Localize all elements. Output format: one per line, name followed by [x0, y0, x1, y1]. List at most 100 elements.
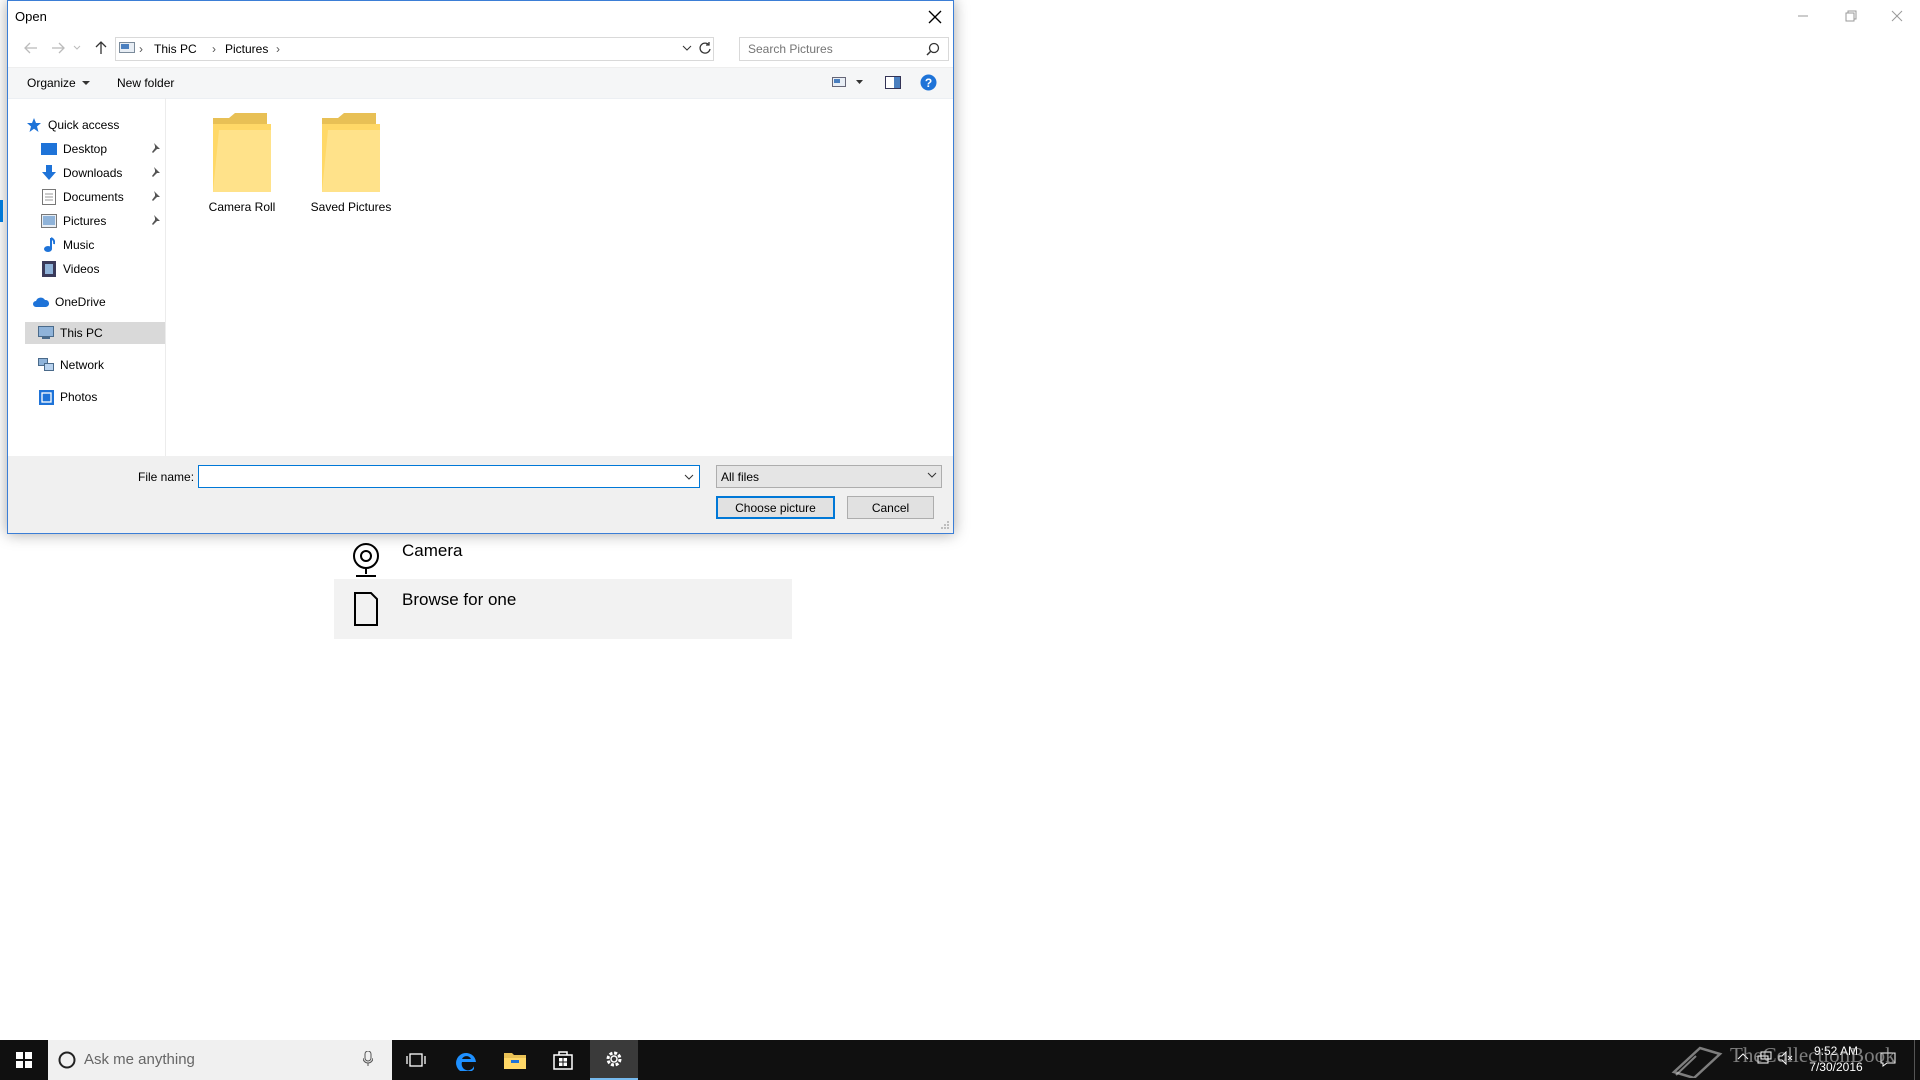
- dialog-title: Open: [15, 9, 47, 24]
- videos-icon: [41, 261, 57, 277]
- store-icon: [553, 1051, 573, 1070]
- preview-pane-icon: [885, 76, 901, 89]
- desktop-icon: [41, 141, 57, 157]
- forward-button[interactable]: [49, 39, 67, 57]
- windows-logo-icon: [16, 1052, 32, 1068]
- file-list: Camera Roll Saved Pictures: [166, 98, 952, 456]
- settings-button[interactable]: [590, 1040, 638, 1080]
- chevron-down-icon: [927, 472, 937, 478]
- folder-icon: [322, 113, 380, 192]
- folder-icon: [213, 113, 271, 192]
- file-type-select[interactable]: All files: [716, 465, 942, 488]
- back-button[interactable]: [22, 39, 40, 57]
- camera-icon: [344, 538, 388, 582]
- pin-icon: [150, 215, 160, 225]
- help-button[interactable]: ?: [920, 74, 937, 91]
- download-icon: [41, 165, 57, 181]
- recent-locations-button[interactable]: [71, 39, 83, 57]
- task-view-button[interactable]: [392, 1040, 440, 1080]
- dialog-close-button[interactable]: [917, 1, 953, 32]
- watermark: TheCollectionBook: [1730, 1043, 1896, 1067]
- file-name-input[interactable]: [202, 466, 676, 487]
- task-view-icon: [406, 1053, 426, 1067]
- nav-label: Videos: [63, 262, 100, 276]
- arrow-right-icon: [52, 42, 65, 54]
- organize-label: Organize: [27, 76, 76, 90]
- nav-label: Desktop: [63, 142, 108, 156]
- folder-item[interactable]: Camera Roll: [192, 112, 292, 214]
- folder-item[interactable]: Saved Pictures: [301, 112, 401, 214]
- nav-quick-access[interactable]: Quick access: [26, 114, 119, 136]
- file-name-dropdown-button[interactable]: [679, 466, 699, 487]
- breadcrumb-this-pc[interactable]: This PC: [154, 42, 197, 56]
- close-icon: [928, 10, 942, 23]
- pictures-icon: [41, 213, 57, 229]
- breadcrumb-pictures[interactable]: Pictures: [225, 42, 268, 56]
- taskbar-search-box[interactable]: Ask me anything: [48, 1040, 392, 1080]
- refresh-button[interactable]: [698, 41, 712, 55]
- breadcrumb-separator: ›: [139, 42, 143, 56]
- resize-grip-icon[interactable]: [940, 520, 950, 530]
- cloud-icon: [33, 294, 49, 310]
- address-row: › This PC › Pictures ›: [8, 35, 953, 61]
- preview-pane-button[interactable]: [885, 76, 901, 89]
- dialog-footer: File name: All files Choose picture Canc…: [8, 456, 953, 533]
- dialog-titlebar[interactable]: Open: [8, 1, 953, 32]
- nav-videos[interactable]: Videos: [41, 258, 99, 280]
- nav-label: Photos: [60, 390, 98, 404]
- camera-option-label: Camera: [402, 541, 463, 560]
- nav-pictures[interactable]: Pictures: [41, 210, 163, 232]
- nav-documents[interactable]: Documents: [41, 186, 163, 208]
- file-name-label: File name:: [138, 470, 195, 484]
- address-dropdown-button[interactable]: [682, 45, 692, 52]
- help-icon: ?: [920, 74, 937, 91]
- browse-option[interactable]: Browse for one: [334, 579, 792, 639]
- arrow-up-icon: [95, 41, 107, 54]
- browse-option-label: Browse for one: [402, 590, 517, 609]
- star-icon: [26, 117, 42, 133]
- nav-music[interactable]: Music: [41, 234, 94, 256]
- nav-photos[interactable]: Photos: [38, 386, 97, 408]
- close-icon: [1891, 10, 1903, 22]
- show-desktop-button[interactable]: [1914, 1040, 1915, 1080]
- taskbar: Ask me anything 9:52 AM 7/30/2016: [0, 1040, 1920, 1080]
- breadcrumb-separator: ›: [212, 42, 216, 56]
- new-folder-button[interactable]: New folder: [117, 76, 174, 90]
- nav-label: Downloads: [63, 166, 123, 180]
- book-logo-icon: [1670, 1042, 1724, 1078]
- file-name-combobox: [198, 465, 700, 488]
- music-icon: [41, 237, 57, 253]
- change-view-button[interactable]: [832, 76, 864, 88]
- nav-downloads[interactable]: Downloads: [41, 162, 163, 184]
- organize-button[interactable]: Organize: [27, 76, 91, 90]
- nav-label: Pictures: [63, 214, 107, 228]
- file-explorer-button[interactable]: [491, 1040, 539, 1080]
- search-input[interactable]: [746, 41, 920, 57]
- cancel-button[interactable]: Cancel: [847, 496, 934, 519]
- refresh-icon: [699, 42, 711, 54]
- edge-button[interactable]: [443, 1040, 491, 1080]
- nav-onedrive[interactable]: OneDrive: [33, 291, 106, 313]
- photos-icon: [38, 389, 54, 405]
- store-button[interactable]: [539, 1040, 587, 1080]
- start-button[interactable]: [0, 1040, 48, 1080]
- restore-button[interactable]: [1828, 0, 1874, 32]
- microphone-icon[interactable]: [363, 1051, 373, 1067]
- up-button[interactable]: [92, 39, 110, 57]
- window-close-button[interactable]: [1874, 0, 1920, 32]
- document-icon: [344, 587, 388, 631]
- caret-down-icon: [82, 81, 91, 86]
- command-bar: Organize New folder ?: [8, 67, 953, 99]
- nav-this-pc[interactable]: This PC: [25, 322, 165, 344]
- pc-icon: [119, 42, 135, 54]
- choose-picture-button[interactable]: Choose picture: [716, 496, 835, 519]
- edge-icon: [456, 1052, 476, 1071]
- restore-icon: [1845, 10, 1857, 22]
- nav-label: Quick access: [48, 118, 120, 132]
- address-bar[interactable]: › This PC › Pictures ›: [115, 37, 714, 61]
- arrow-left-icon: [24, 42, 37, 54]
- nav-network[interactable]: Network: [38, 354, 104, 376]
- nav-desktop[interactable]: Desktop: [41, 138, 163, 160]
- gear-icon: [606, 1051, 622, 1067]
- minimize-button[interactable]: [1780, 0, 1826, 32]
